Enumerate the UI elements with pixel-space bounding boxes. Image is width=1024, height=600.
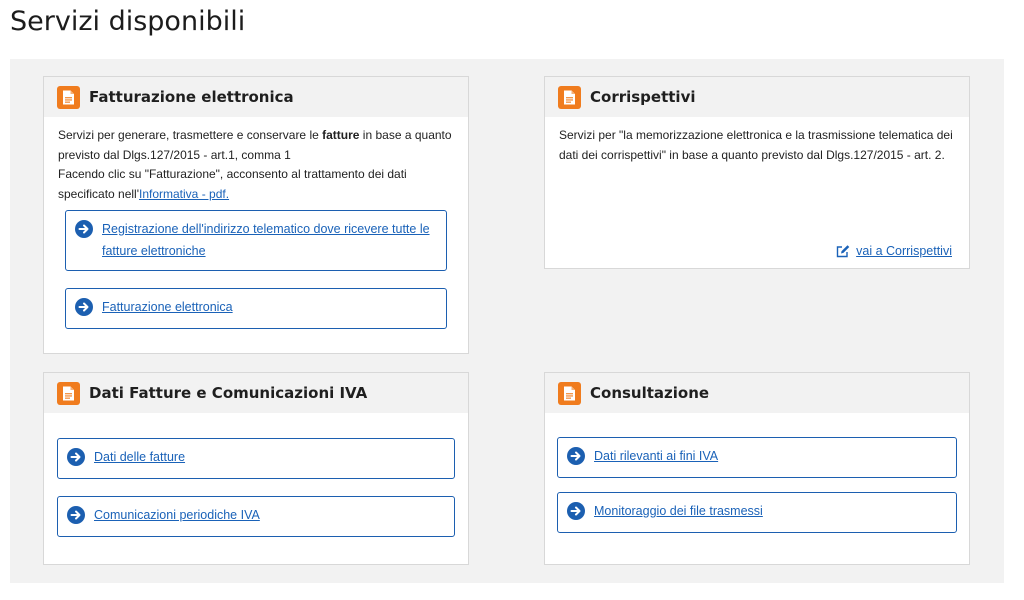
informativa-pdf-link[interactable]: Informativa - pdf. — [139, 187, 229, 201]
card-fatturazione-elettronica: Fatturazione elettronica Servizi per gen… — [43, 76, 469, 354]
card-title: Consultazione — [590, 384, 710, 402]
card-header: Corrispettivi — [545, 77, 969, 117]
desc-text: Servizi per generare, trasmettere e cons… — [58, 128, 323, 142]
registrazione-indirizzo-button[interactable]: Registrazione dell'indirizzo telematico … — [65, 210, 447, 271]
desc-text: Servizi per "la memorizzazione elettroni… — [559, 128, 953, 162]
card-header: Dati Fatture e Comunicazioni IVA — [44, 373, 468, 413]
card-corrispettivi: Corrispettivi Servizi per "la memorizzaz… — [544, 76, 970, 269]
consent-text: Facendo clic su "Fatturazione", acconsen… — [58, 167, 407, 201]
document-icon — [57, 85, 80, 109]
dati-delle-fatture-button[interactable]: Dati delle fatture — [57, 438, 455, 479]
button-label: Fatturazione elettronica — [102, 300, 233, 314]
edit-icon — [836, 244, 850, 258]
arrow-right-circle-icon — [67, 506, 85, 524]
card-title: Corrispettivi — [590, 88, 696, 106]
monitoraggio-file-button[interactable]: Monitoraggio dei file trasmessi — [557, 492, 957, 533]
desc-bold: fatture — [322, 128, 360, 142]
services-panel: Fatturazione elettronica Servizi per gen… — [10, 59, 1004, 583]
document-icon — [57, 381, 80, 405]
page-title: Servizi disponibili — [10, 6, 246, 37]
arrow-right-circle-icon — [567, 447, 585, 465]
button-label: Comunicazioni periodiche IVA — [94, 508, 260, 522]
arrow-right-circle-icon — [567, 502, 585, 520]
card-header: Consultazione — [545, 373, 969, 413]
document-icon — [558, 85, 581, 109]
button-label: Dati rilevanti ai fini IVA — [594, 449, 719, 463]
fatturazione-elettronica-button[interactable]: Fatturazione elettronica — [65, 288, 447, 329]
card-title: Fatturazione elettronica — [89, 88, 294, 106]
vai-a-corrispettivi-link[interactable]: vai a Corrispettivi — [836, 244, 952, 258]
comunicazioni-periodiche-iva-button[interactable]: Comunicazioni periodiche IVA — [57, 496, 455, 537]
document-icon — [558, 381, 581, 405]
dati-rilevanti-iva-button[interactable]: Dati rilevanti ai fini IVA — [557, 437, 957, 478]
card-title: Dati Fatture e Comunicazioni IVA — [89, 384, 368, 402]
button-label: Registrazione dell'indirizzo telematico … — [102, 222, 430, 258]
link-label: vai a Corrispettivi — [856, 244, 952, 258]
card-description: Servizi per generare, trasmettere e cons… — [44, 117, 468, 204]
button-label: Monitoraggio dei file trasmessi — [594, 504, 763, 518]
card-dati-fatture: Dati Fatture e Comunicazioni IVA Dati de… — [43, 372, 469, 565]
arrow-right-circle-icon — [67, 448, 85, 466]
arrow-right-circle-icon — [75, 220, 93, 238]
arrow-right-circle-icon — [75, 298, 93, 316]
card-header: Fatturazione elettronica — [44, 77, 468, 117]
card-description: Servizi per "la memorizzazione elettroni… — [545, 117, 969, 165]
card-consultazione: Consultazione Dati rilevanti ai fini IVA… — [544, 372, 970, 565]
button-label: Dati delle fatture — [94, 450, 186, 464]
